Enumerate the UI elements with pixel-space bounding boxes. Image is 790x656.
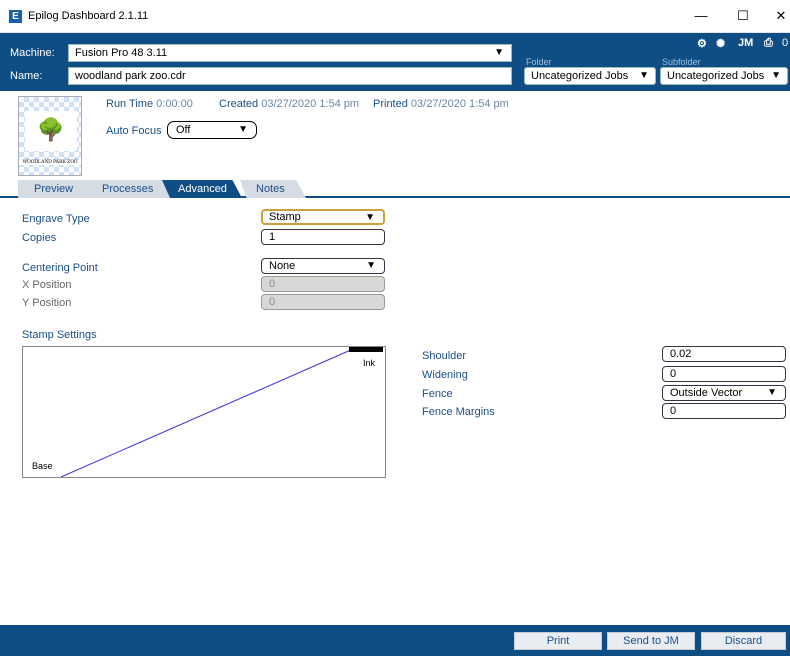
engrave-type-value: Stamp xyxy=(269,211,301,223)
engrave-type-label: Engrave Type xyxy=(22,213,90,225)
dropdown-arrow-icon: ▼ xyxy=(365,212,375,223)
dropdown-arrow-icon: ▼ xyxy=(494,47,504,58)
tab-preview[interactable]: Preview xyxy=(18,180,96,198)
auto-focus-select[interactable]: Off ▼ xyxy=(167,121,257,139)
machine-select[interactable]: Fusion Pro 48 3.11 ▼ xyxy=(68,44,512,62)
subfolder-select[interactable]: Uncategorized Jobs ▼ xyxy=(660,67,788,85)
y-position-input: 0 xyxy=(261,294,385,310)
job-name-input[interactable]: woodland park zoo.cdr xyxy=(68,67,512,85)
machine-value: Fusion Pro 48 3.11 xyxy=(75,47,168,59)
export-folder-icon[interactable]: ⇧ xyxy=(475,7,487,24)
engrave-type-select[interactable]: Stamp ▼ xyxy=(261,209,385,225)
copies-input[interactable]: 1 xyxy=(261,229,385,245)
folder-value: Uncategorized Jobs xyxy=(531,70,629,82)
ink-marker xyxy=(349,347,383,352)
maximize-button[interactable]: ☐ xyxy=(728,6,758,26)
created-label: Created xyxy=(219,98,259,110)
tab-notes[interactable]: Notes xyxy=(240,180,306,198)
discard-button[interactable]: Discard xyxy=(701,632,786,650)
name-label: Name: xyxy=(10,70,43,82)
folder-select[interactable]: Uncategorized Jobs ▼ xyxy=(524,67,656,85)
stamp-settings-title: Stamp Settings xyxy=(22,329,97,341)
fence-margins-input[interactable]: 0 xyxy=(662,403,786,419)
job-thumbnail: 🌳 WOODLAND PARK ZOO xyxy=(18,96,82,176)
dropdown-arrow-icon: ▼ xyxy=(771,70,781,81)
auto-focus-value: Off xyxy=(176,124,191,136)
thumbnail-caption: WOODLAND PARK ZOO xyxy=(19,160,81,165)
stamp-profile-line xyxy=(60,348,354,477)
job-manager-icon[interactable]: JM xyxy=(738,37,753,49)
widening-input[interactable]: 0 xyxy=(662,366,786,382)
window-title: Epilog Dashboard 2.1.11 xyxy=(28,10,149,22)
printer-icon[interactable]: ⎙ xyxy=(764,37,773,50)
app-logo-icon: E xyxy=(9,10,22,23)
ink-label: Ink xyxy=(362,358,375,368)
centering-point-label: Centering Point xyxy=(22,262,98,274)
shoulder-input[interactable]: 0.02 xyxy=(662,346,786,362)
run-time-value: 0:00:00 xyxy=(156,98,193,110)
title-bar: E Epilog Dashboard 2.1.11 — ☐ ✕ xyxy=(0,0,790,33)
printed-time: Printed 03/27/2020 1:54 pm xyxy=(373,98,509,110)
fence-margins-label: Fence Margins xyxy=(422,406,495,418)
settings-gear-icon[interactable]: ⚙ xyxy=(697,37,707,50)
fence-value: Outside Vector xyxy=(670,387,743,399)
import-folder-icon[interactable]: ⇩ xyxy=(447,7,459,24)
run-time-label: Run Time xyxy=(106,98,154,110)
x-position-label: X Position xyxy=(22,279,72,291)
centering-point-select[interactable]: None ▼ xyxy=(261,258,385,274)
run-time: Run Time 0:00:00 xyxy=(106,98,193,110)
widening-label: Widening xyxy=(422,369,468,381)
send-to-jm-button[interactable]: Send to JM xyxy=(607,632,695,650)
stamp-profile-curve xyxy=(60,348,354,477)
folder-caption: Folder xyxy=(526,57,552,67)
print-button[interactable]: Print xyxy=(514,632,602,650)
printed-label: Printed xyxy=(373,98,408,110)
dropdown-arrow-icon: ▼ xyxy=(767,387,777,398)
minimize-button[interactable]: — xyxy=(686,6,716,26)
fence-select[interactable]: Outside Vector ▼ xyxy=(662,385,786,401)
created-value: 03/27/2020 1:54 pm xyxy=(261,98,360,110)
dropdown-arrow-icon: ▼ xyxy=(366,260,376,271)
tab-advanced[interactable]: Advanced xyxy=(162,180,242,198)
printed-value: 03/27/2020 1:54 pm xyxy=(410,98,509,110)
subfolder-caption: Subfolder xyxy=(662,57,701,67)
created-time: Created 03/27/2020 1:54 pm xyxy=(219,98,359,110)
copies-label: Copies xyxy=(22,232,57,244)
activity-icon[interactable]: ✺ xyxy=(716,37,725,50)
y-position-label: Y Position xyxy=(22,297,72,309)
fence-label: Fence xyxy=(422,388,453,400)
subfolder-value: Uncategorized Jobs xyxy=(667,70,765,82)
shoulder-label: Shoulder xyxy=(422,350,467,362)
queue-count: 0 xyxy=(782,37,789,49)
dropdown-arrow-icon: ▼ xyxy=(238,124,248,135)
centering-point-value: None xyxy=(269,260,296,272)
close-button[interactable]: ✕ xyxy=(766,6,790,26)
dropdown-arrow-icon: ▼ xyxy=(639,70,649,81)
tab-processes[interactable]: Processes xyxy=(86,180,172,198)
machine-label: Machine: xyxy=(10,47,55,59)
zoo-logo-icon: 🌳 xyxy=(25,111,77,151)
stamp-profile-graph[interactable]: Ink Base xyxy=(22,346,386,478)
tab-bar: Preview Processes Advanced Notes xyxy=(0,180,790,198)
auto-focus-label: Auto Focus xyxy=(106,125,162,137)
base-label: Base xyxy=(32,461,53,471)
x-position-input: 0 xyxy=(261,276,385,292)
